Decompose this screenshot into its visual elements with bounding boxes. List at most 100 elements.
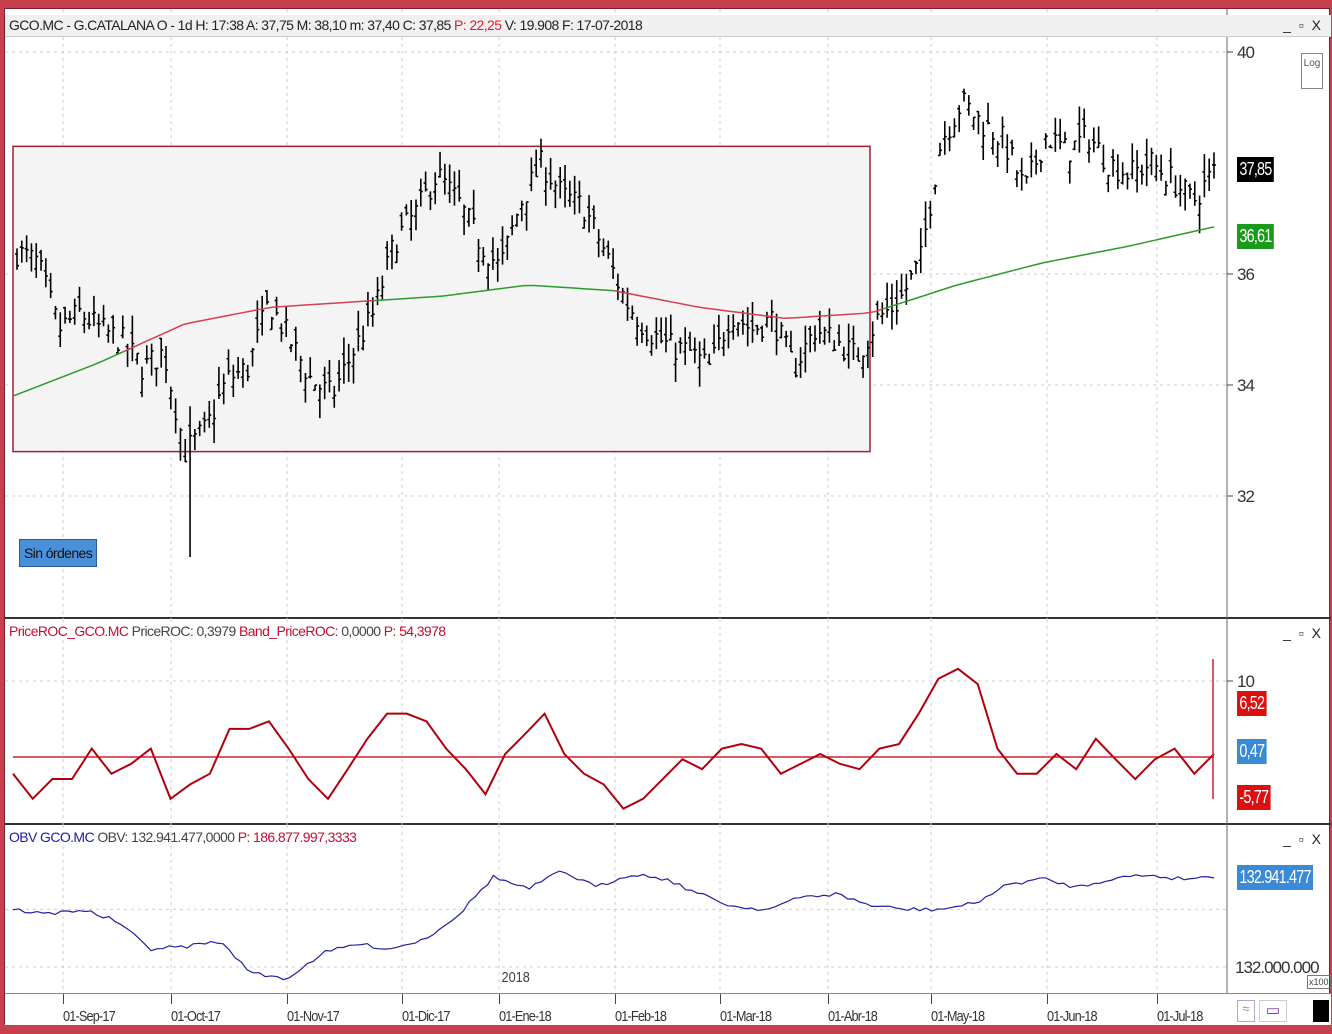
price-bar [1135, 150, 1140, 193]
y-tick-label: 40 [1237, 43, 1254, 62]
moving-average-segment [943, 285, 955, 290]
year-label: 2018 [501, 969, 530, 986]
roc-panel: 1010 PriceROC_GCO.MC PriceROC: 0,3979 Ba… [5, 619, 1331, 825]
obv-panel: 132.000.000 OBV GCO.MC OBV: 132.941.477,… [5, 825, 1331, 993]
moving-average-segment [1003, 269, 1015, 274]
x-tick-label: 01-Jul-18 [1157, 1008, 1203, 1025]
price-bar [918, 228, 923, 274]
roc-chart[interactable]: 1010 [5, 619, 1331, 825]
price-bar [1159, 154, 1164, 181]
price-bar [1010, 139, 1015, 156]
y-tick-label: 34 [1237, 376, 1254, 395]
price-bar [1183, 178, 1188, 211]
obv-window-controls[interactable]: _ ▫ X [1283, 831, 1323, 847]
time-label: H: 17:38 [195, 17, 244, 33]
moving-average-segment [803, 315, 814, 318]
moving-average-segment [973, 277, 984, 282]
p-label: P [454, 17, 463, 33]
price-chart[interactable]: 40 36 34 32 [5, 9, 1331, 619]
price-bar [1173, 175, 1178, 198]
price-bar [971, 116, 976, 131]
moving-average-segment [413, 296, 424, 299]
price-bar [1077, 106, 1082, 153]
x-tick-label: 01-May-18 [931, 1008, 985, 1025]
x-tick-label: 01-Feb-18 [615, 1008, 667, 1025]
moving-average-segment [373, 299, 384, 302]
x-tick [171, 994, 172, 1004]
price-bar [957, 105, 962, 133]
price-bar [966, 95, 971, 116]
window-controls[interactable]: _ ▫ X [1283, 17, 1323, 33]
moving-average-segment [953, 282, 964, 287]
price-bar [1053, 117, 1058, 152]
price-bar [1106, 174, 1111, 193]
moving-average-segment [1143, 239, 1155, 244]
roc-window-controls[interactable]: _ ▫ X [1283, 625, 1323, 641]
moving-average-segment [333, 301, 344, 304]
x-tick-label: 01-Jun-18 [1047, 1008, 1098, 1025]
last-price-tag: 37,85 [1237, 157, 1274, 182]
price-bar [962, 88, 967, 102]
price-bar [1120, 162, 1125, 185]
moving-average-segment [1123, 244, 1135, 248]
indicator-icon[interactable]: ≈ [1237, 1000, 1255, 1022]
moving-average-segment [1073, 254, 1085, 258]
moving-average-segment [1103, 248, 1115, 252]
moving-average-segment [433, 295, 444, 298]
moving-average-segment [933, 288, 945, 294]
x-tick [287, 994, 288, 1004]
x-tick-label: 01-Mar-18 [720, 1008, 772, 1025]
x-tick [402, 994, 403, 1004]
moving-average-segment [423, 296, 434, 299]
moving-average-segment [393, 297, 404, 301]
color-swatch[interactable] [1313, 1000, 1329, 1022]
moving-average-segment [553, 286, 564, 289]
moving-average-segment [913, 295, 924, 300]
obv-chart[interactable]: 132.000.000 [5, 825, 1331, 993]
moving-average-segment [1053, 258, 1065, 262]
price-bar [1111, 149, 1116, 177]
roc-name: PriceROC_GCO.MC [9, 623, 129, 639]
chart-window: 40 36 34 32 GCO.MC - G.CATALANA O - 1d H: 1… [4, 8, 1331, 1025]
price-bar [990, 131, 995, 155]
save-icon[interactable]: ▭ [1259, 1000, 1287, 1022]
price-bar [1067, 160, 1072, 184]
moving-average-segment [1113, 246, 1125, 250]
price-bar [1187, 183, 1192, 199]
time-axis[interactable]: 01-Sep-17 01-Oct-17 01-Nov-17 01-Dic-17 01-E… [5, 993, 1331, 1025]
open-label: A: 37,75 [245, 17, 294, 33]
moving-average-segment [323, 302, 334, 305]
price-bar [937, 142, 942, 157]
price-bar [933, 184, 938, 195]
moving-average-segment [363, 299, 374, 303]
price-bar [880, 302, 885, 325]
price-bar [1163, 180, 1168, 196]
log-scale-button[interactable]: Log [1301, 53, 1323, 89]
moving-average-segment [1133, 241, 1145, 246]
moving-average-segment [1023, 264, 1035, 269]
price-bar [1202, 154, 1207, 198]
x-tick-label: 01-Ene-18 [499, 1008, 552, 1025]
moving-average-segment [983, 274, 995, 279]
close-label: C: 37,85 [402, 17, 452, 33]
x-tick [931, 994, 932, 1004]
orders-badge[interactable]: Sin órdenes [19, 539, 98, 567]
price-bar [1024, 175, 1029, 184]
moving-average-segment [843, 313, 854, 316]
price-bar [1139, 164, 1144, 185]
price-bar [1043, 133, 1048, 149]
x-tick-label: 01-Dic-17 [402, 1008, 450, 1025]
moving-average-segment [1033, 261, 1045, 266]
moving-average-segment [533, 284, 544, 287]
moving-average-segment [353, 300, 364, 303]
moving-average-segment [573, 287, 584, 290]
price-bar [1154, 154, 1159, 182]
price-bar [1038, 159, 1043, 173]
price-bar [947, 126, 952, 152]
range-box [12, 145, 871, 453]
price-bar [1087, 139, 1092, 163]
moving-average-segment [1043, 259, 1055, 264]
obv-header: OBV GCO.MC OBV: 132.941.477,0000 P: 186.… [5, 827, 1331, 849]
price-bar [1178, 174, 1183, 207]
x-tick [828, 994, 829, 1004]
